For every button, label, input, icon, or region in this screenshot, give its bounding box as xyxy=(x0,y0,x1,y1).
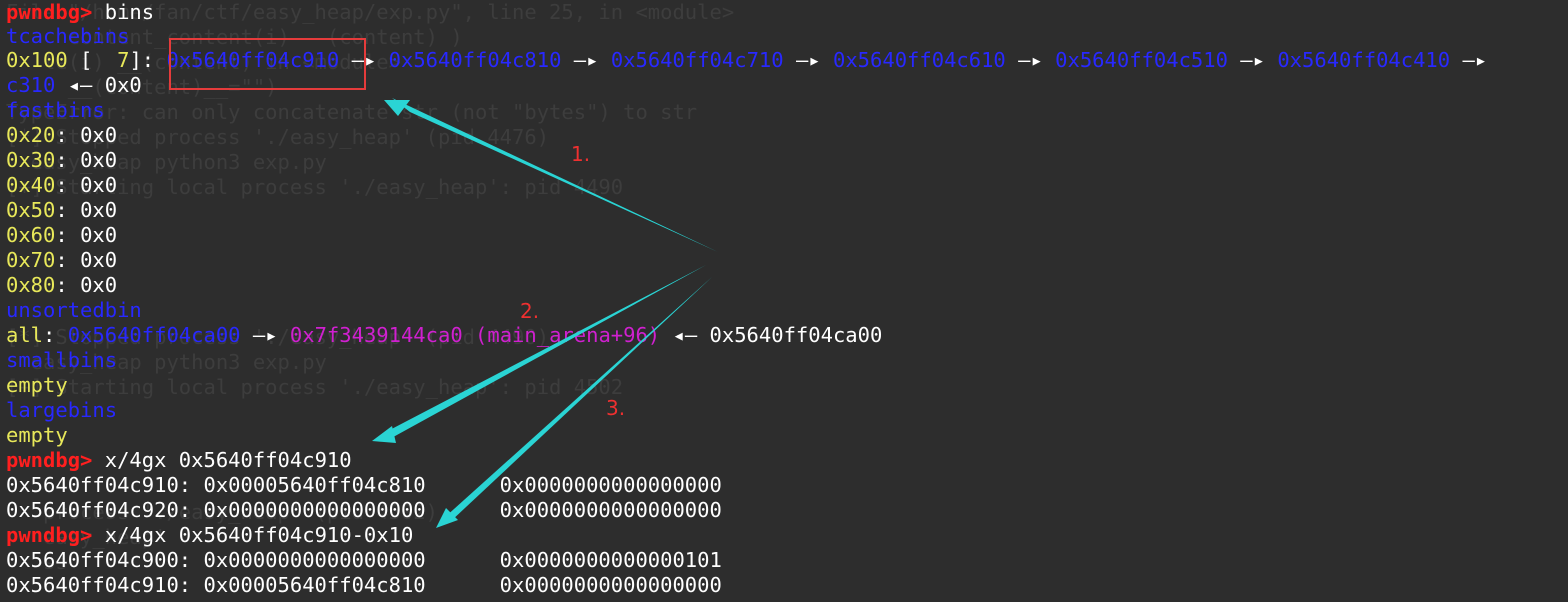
arrow-3 xyxy=(444,277,712,522)
step-label-1: 1. xyxy=(571,142,591,166)
arrow-1 xyxy=(392,98,718,252)
step-label-3: 3. xyxy=(606,396,626,420)
arrow-2-head xyxy=(372,426,396,443)
step-label-2: 2. xyxy=(520,299,540,323)
arrow-2 xyxy=(382,265,706,441)
terminal-window[interactable]: File "/home/fan/ctf/easy_heap/exp.py", l… xyxy=(0,0,1568,602)
annotation-arrows xyxy=(372,98,718,528)
